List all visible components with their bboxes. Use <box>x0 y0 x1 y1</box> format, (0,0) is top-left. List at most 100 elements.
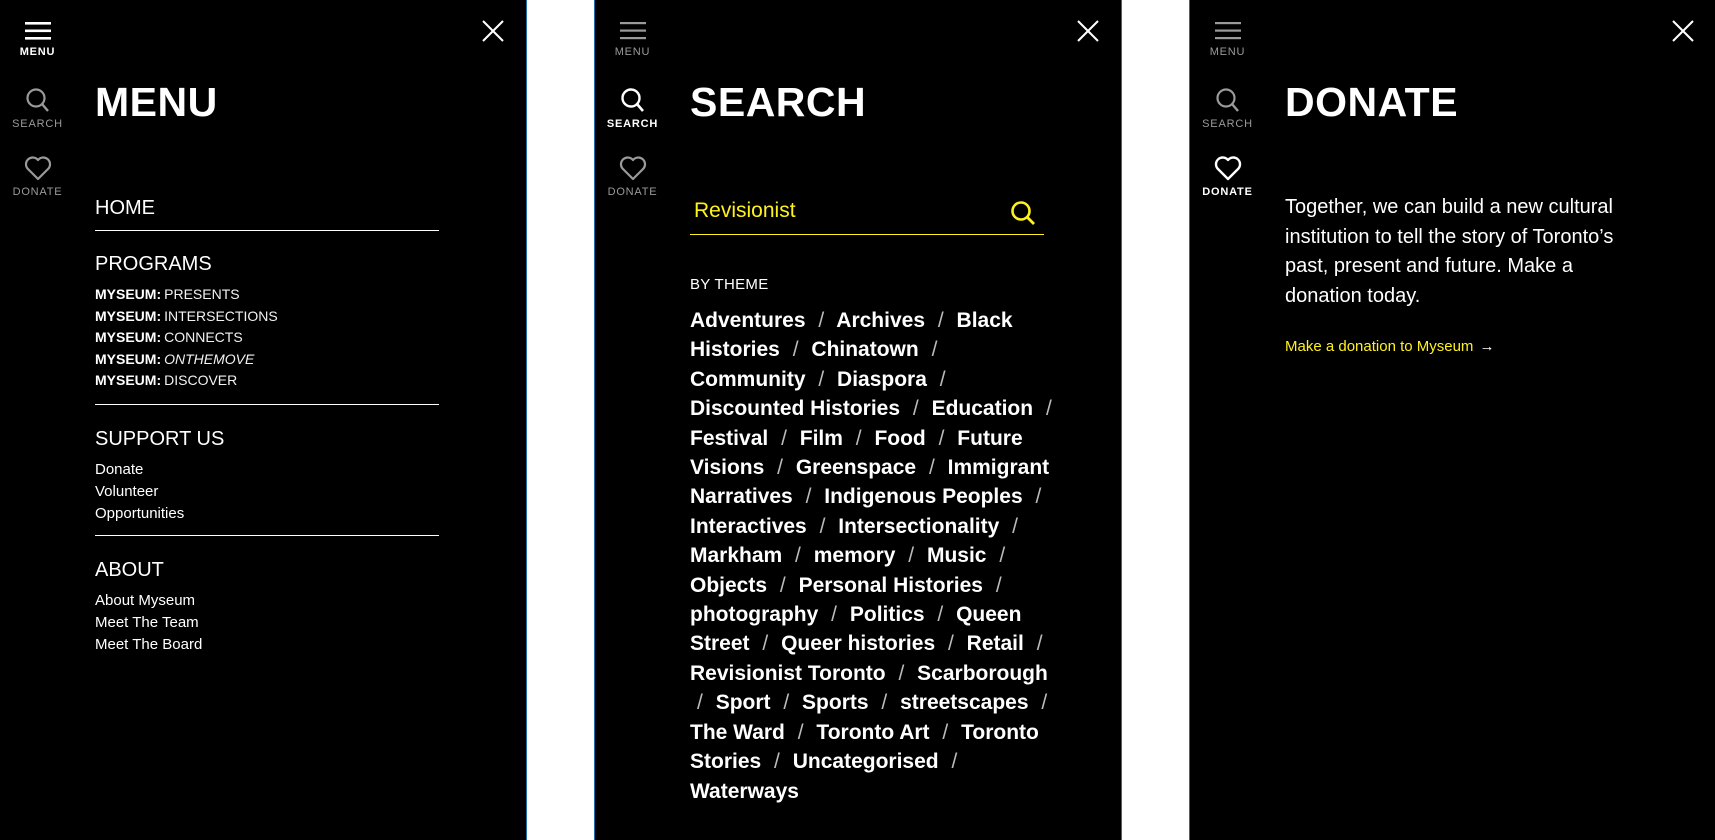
rail-donate-label: DONATE <box>1202 186 1253 198</box>
about-link-myseum[interactable]: About Myseum <box>95 590 439 612</box>
theme-tag[interactable]: Objects <box>690 574 767 597</box>
theme-tag[interactable]: Music <box>927 544 987 567</box>
support-heading[interactable]: SUPPORT US <box>95 427 439 451</box>
rail-donate-button[interactable]: DONATE <box>0 154 75 198</box>
theme-tag[interactable]: Diaspora <box>837 368 927 391</box>
theme-separator: / <box>774 750 780 774</box>
search-input[interactable] <box>690 194 994 228</box>
theme-tag[interactable]: Scarborough <box>917 662 1048 685</box>
theme-tag[interactable]: Chinatown <box>811 338 918 361</box>
theme-tag[interactable]: Waterways <box>690 780 799 803</box>
theme-separator: / <box>942 720 949 744</box>
theme-separator: / <box>938 426 945 450</box>
search-panel: MENU SEARCH DONATE SEARCH BY THEME Adven… <box>594 0 1122 840</box>
theme-tag[interactable]: Indigenous Peoples <box>824 485 1022 508</box>
programs-heading[interactable]: PROGRAMS <box>95 252 439 276</box>
rail-menu-label: MENU <box>1209 46 1246 58</box>
program-link-onthemove[interactable]: MYSEUM: ONTHEMOVE <box>95 349 439 371</box>
heart-icon <box>1214 156 1241 181</box>
theme-separator: / <box>819 514 826 538</box>
theme-separator: / <box>781 426 787 450</box>
theme-tag[interactable]: streetscapes <box>900 691 1028 714</box>
close-icon[interactable] <box>1670 18 1696 44</box>
theme-separator: / <box>795 544 801 568</box>
theme-separator: / <box>783 691 790 715</box>
theme-separator: / <box>1041 691 1048 715</box>
program-link-connects[interactable]: MYSEUM: CONNECTS <box>95 327 439 349</box>
about-link-board[interactable]: Meet The Board <box>95 634 439 656</box>
donate-link[interactable]: Make a donation to Myseum → <box>1285 338 1494 355</box>
divider <box>95 534 439 536</box>
theme-separator: / <box>931 338 938 362</box>
theme-tag[interactable]: Community <box>690 368 806 391</box>
theme-tag[interactable]: photography <box>690 603 818 626</box>
theme-separator: / <box>1045 397 1052 421</box>
about-link-team[interactable]: Meet The Team <box>95 612 439 634</box>
theme-separator: / <box>995 573 1002 597</box>
divider <box>95 403 439 405</box>
theme-tag[interactable]: Queer histories <box>781 632 935 655</box>
rail-search-button[interactable]: SEARCH <box>1190 86 1265 130</box>
close-icon[interactable] <box>480 18 506 44</box>
rail-donate-button[interactable]: DONATE <box>595 154 670 198</box>
theme-separator: / <box>1012 514 1019 538</box>
theme-tag[interactable]: The Ward <box>690 721 785 744</box>
rail-menu-button[interactable]: MENU <box>0 20 75 58</box>
search-submit-icon[interactable] <box>1008 198 1038 228</box>
page-title: DONATE <box>1285 79 1459 125</box>
program-name: ONTHEMOVE <box>164 350 255 367</box>
theme-tag[interactable]: Uncategorised <box>793 750 939 773</box>
program-link-presents[interactable]: MYSEUM: PRESENTS <box>95 284 439 306</box>
program-name: DISCOVER <box>164 372 238 388</box>
rail-search-button[interactable]: SEARCH <box>595 86 670 130</box>
theme-tag[interactable]: Film <box>800 427 843 450</box>
theme-tag[interactable]: Sports <box>802 691 869 714</box>
about-heading[interactable]: ABOUT <box>95 558 439 582</box>
search-icon <box>1215 88 1239 112</box>
rail-donate-button[interactable]: DONATE <box>1190 154 1265 198</box>
divider <box>95 230 439 231</box>
theme-tag[interactable]: Interactives <box>690 515 807 538</box>
theme-separator: / <box>805 485 812 509</box>
theme-tag[interactable]: Politics <box>850 603 925 626</box>
support-link-opportunities[interactable]: Opportunities <box>95 503 439 525</box>
rail-menu-button[interactable]: MENU <box>1190 20 1265 58</box>
hamburger-icon <box>24 22 51 40</box>
theme-tag[interactable]: Adventures <box>690 309 806 332</box>
theme-tag-list: Adventures / Archives / Black Histories … <box>690 306 1060 806</box>
theme-tag[interactable]: Personal Histories <box>799 574 983 597</box>
theme-separator: / <box>937 309 944 332</box>
support-link-donate[interactable]: Donate <box>95 459 439 481</box>
search-field <box>690 194 1044 235</box>
rail-search-button[interactable]: SEARCH <box>0 86 75 130</box>
theme-separator: / <box>818 309 825 332</box>
rail-menu-label: MENU <box>19 46 56 58</box>
theme-tag[interactable]: Festival <box>690 427 768 450</box>
theme-tag[interactable]: Markham <box>690 544 782 567</box>
page-title: MENU <box>95 79 218 125</box>
theme-tag[interactable]: Education <box>932 397 1034 420</box>
theme-tag[interactable]: memory <box>814 544 896 567</box>
close-icon[interactable] <box>1075 18 1101 44</box>
theme-tag[interactable]: Retail <box>967 632 1024 655</box>
hamburger-icon <box>1214 22 1241 40</box>
theme-tag[interactable]: Archives <box>836 309 925 332</box>
nav-home-link[interactable]: HOME <box>95 196 439 220</box>
theme-tag[interactable]: Intersectionality <box>838 515 999 538</box>
hamburger-icon <box>619 22 646 40</box>
heart-icon <box>619 156 646 181</box>
program-link-discover[interactable]: MYSEUM: DISCOVER <box>95 370 439 392</box>
program-prefix: MYSEUM: <box>95 307 162 324</box>
program-prefix: MYSEUM: <box>95 350 162 367</box>
theme-tag[interactable]: Greenspace <box>796 456 916 479</box>
support-link-volunteer[interactable]: Volunteer <box>95 481 439 503</box>
theme-tag[interactable]: Sport <box>716 691 771 714</box>
theme-tag[interactable]: Discounted Histories <box>690 397 900 420</box>
theme-tag[interactable]: Revisionist Toronto <box>690 662 886 685</box>
theme-tag[interactable]: Food <box>874 427 925 450</box>
theme-separator: / <box>1036 632 1043 656</box>
rail-menu-button[interactable]: MENU <box>595 20 670 58</box>
theme-tag[interactable]: Toronto Art <box>816 721 929 744</box>
program-link-intersections[interactable]: MYSEUM: INTERSECTIONS <box>95 306 439 328</box>
rail-donate-label: DONATE <box>12 186 63 198</box>
